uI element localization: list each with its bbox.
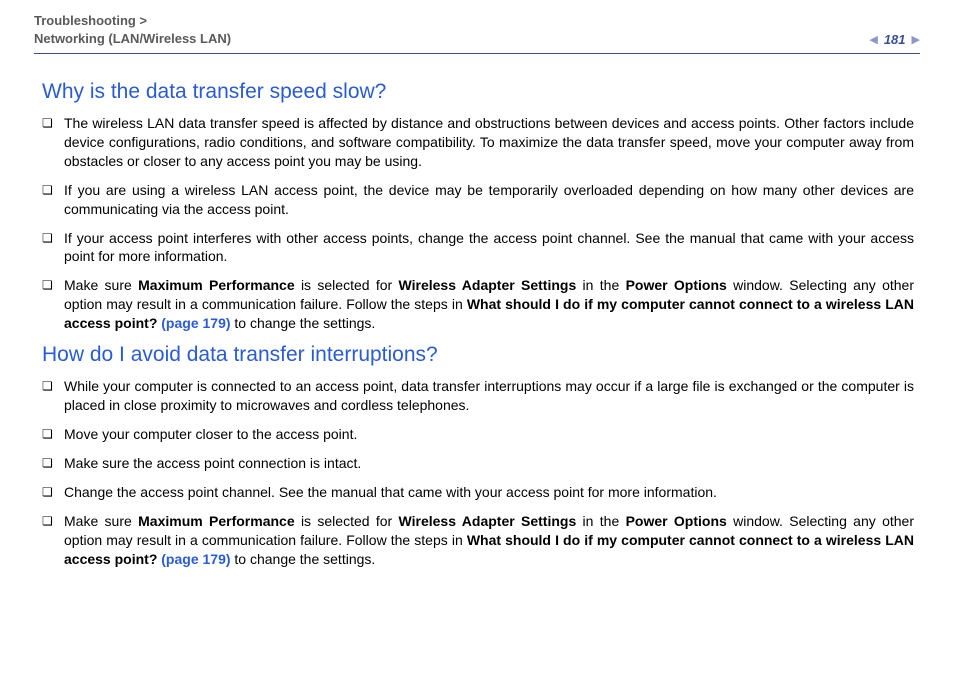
bullet-text: Make sure Maximum Performance is selecte… [64,512,914,569]
bullet-icon: ❏ [42,229,64,248]
list-item: ❏Make sure the access point connection i… [42,454,914,473]
bullet-icon: ❏ [42,512,64,531]
bullet-text: Make sure the access point connection is… [64,454,914,473]
page-content: Why is the data transfer speed slow?❏The… [34,54,920,569]
text-run: to change the settings. [231,315,376,331]
breadcrumb-line-1: Troubleshooting > [34,13,147,28]
bullet-icon: ❏ [42,114,64,133]
bold-text: Power Options [626,513,727,529]
bullet-list: ❏While your computer is connected to an … [42,377,914,569]
page-header: Troubleshooting > Networking (LAN/Wirele… [34,12,920,47]
breadcrumb-line-2: Networking (LAN/Wireless LAN) [34,31,231,46]
text-run: is selected for [295,277,399,293]
document-page: Troubleshooting > Networking (LAN/Wirele… [0,0,954,569]
bullet-icon: ❏ [42,483,64,502]
list-item: ❏Make sure Maximum Performance is select… [42,512,914,569]
list-item: ❏Make sure Maximum Performance is select… [42,276,914,333]
list-item: ❏Change the access point channel. See th… [42,483,914,502]
bullet-icon: ❏ [42,181,64,200]
section-heading: Why is the data transfer speed slow? [42,80,914,104]
bullet-text: Make sure Maximum Performance is selecte… [64,276,914,333]
bold-text: Maximum Performance [138,277,295,293]
page-reference-link[interactable]: (page 179) [161,315,230,331]
next-page-icon[interactable]: ▶ [912,33,920,46]
list-item: ❏Move your computer closer to the access… [42,425,914,444]
text-run: Move your computer closer to the access … [64,426,357,442]
bullet-text: Move your computer closer to the access … [64,425,914,444]
bold-text: Wireless Adapter Settings [399,513,577,529]
bold-text: Wireless Adapter Settings [399,277,577,293]
text-run: to change the settings. [231,551,376,567]
page-number: 181 [884,32,906,47]
bullet-list: ❏The wireless LAN data transfer speed is… [42,114,914,333]
bullet-icon: ❏ [42,377,64,396]
text-run: in the [576,277,625,293]
bullet-icon: ❏ [42,276,64,295]
text-run: While your computer is connected to an a… [64,378,914,413]
text-run: is selected for [295,513,399,529]
list-item: ❏If your access point interferes with ot… [42,229,914,267]
text-run: in the [576,513,625,529]
bullet-text: Change the access point channel. See the… [64,483,914,502]
bullet-text: If your access point interferes with oth… [64,229,914,267]
text-run: If your access point interferes with oth… [64,230,914,265]
list-item: ❏If you are using a wireless LAN access … [42,181,914,219]
text-run: Make sure the access point connection is… [64,455,361,471]
bullet-text: While your computer is connected to an a… [64,377,914,415]
section-heading: How do I avoid data transfer interruptio… [42,343,914,367]
list-item: ❏While your computer is connected to an … [42,377,914,415]
bold-text: Maximum Performance [138,513,295,529]
page-reference-link[interactable]: (page 179) [161,551,230,567]
text-run: Change the access point channel. See the… [64,484,717,500]
text-run: Make sure [64,277,138,293]
bullet-text: If you are using a wireless LAN access p… [64,181,914,219]
text-run: Make sure [64,513,138,529]
text-run: If you are using a wireless LAN access p… [64,182,914,217]
page-number-nav: ◀ 181 ▶ [869,32,920,47]
bullet-icon: ❏ [42,425,64,444]
bullet-text: The wireless LAN data transfer speed is … [64,114,914,171]
bold-text: Power Options [626,277,727,293]
list-item: ❏The wireless LAN data transfer speed is… [42,114,914,171]
prev-page-icon[interactable]: ◀ [869,33,877,46]
breadcrumb: Troubleshooting > Networking (LAN/Wirele… [34,12,231,47]
bullet-icon: ❏ [42,454,64,473]
text-run: The wireless LAN data transfer speed is … [64,115,914,169]
